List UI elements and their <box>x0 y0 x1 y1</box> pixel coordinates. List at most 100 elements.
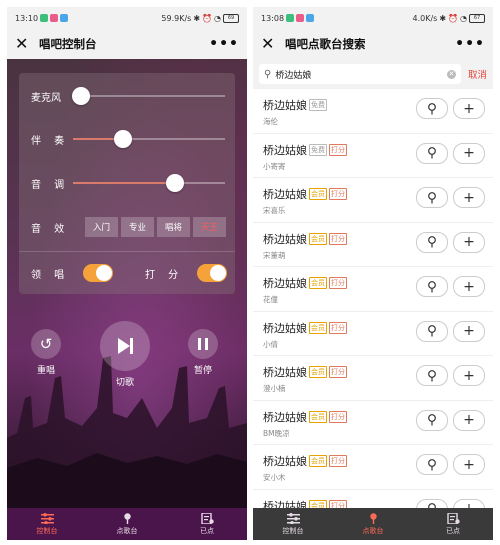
sing-button[interactable] <box>416 320 448 342</box>
sing-button[interactable] <box>416 98 448 119</box>
add-song-button[interactable]: + <box>453 320 485 342</box>
notification-icon <box>60 14 69 22</box>
slider-knob[interactable] <box>71 87 90 105</box>
mic-label: 麦克风 <box>31 92 61 104</box>
lead-vocal-toggle[interactable] <box>83 264 113 282</box>
list-item[interactable]: 桥边姑娘 会员 打分 澄小楠 + <box>253 356 493 401</box>
add-song-button[interactable]: + <box>453 187 485 208</box>
bottom-tab-bar: 控制台 点歌台 已点 <box>7 508 247 540</box>
score-toggle[interactable] <box>197 264 227 282</box>
add-song-button[interactable]: + <box>453 231 485 253</box>
add-song-button[interactable]: + <box>453 454 485 475</box>
membership-badge: 会员 <box>309 366 327 378</box>
sliders-icon <box>286 512 300 524</box>
skip-next-icon[interactable] <box>100 321 150 371</box>
list-item[interactable]: 桥边姑娘 会员 打分 BM晚凉 + <box>253 401 493 445</box>
pitch-row: 音 调 <box>19 168 235 198</box>
microphone-icon <box>428 458 436 470</box>
tab-queued[interactable]: 已点 <box>167 508 247 540</box>
clear-icon[interactable]: ✕ <box>446 69 456 79</box>
mic-volume-row: 麦克风 <box>19 81 235 111</box>
notification-icon <box>40 14 49 22</box>
membership-badge: 会员 <box>309 321 327 334</box>
pause-control[interactable]: 暂停 <box>188 329 218 376</box>
pause-label: 暂停 <box>193 366 212 376</box>
song-title-row: 桥边姑娘 会员 打分 <box>263 320 347 336</box>
add-song-button[interactable]: + <box>453 409 485 431</box>
notification-icon <box>286 14 295 22</box>
microphone-icon <box>428 414 436 426</box>
pause-icon[interactable] <box>188 329 218 359</box>
close-icon[interactable]: ✕ <box>261 36 279 52</box>
song-title-row: 桥边姑娘 会员 打分 <box>263 409 347 425</box>
membership-badge: 免费 <box>309 143 327 156</box>
tab-queued[interactable]: 已点 <box>413 508 493 540</box>
sing-button[interactable] <box>416 187 448 208</box>
song-list: 桥边姑娘 免费 海伦 + 桥边姑娘 免费 打分 小寄寄 + 桥边姑娘 会员 打分 宋喜乐 + 桥边姑娘 会员打… <box>253 89 493 534</box>
tab-console[interactable]: 控制台 <box>253 508 333 540</box>
replay-icon[interactable]: ↺ <box>31 329 61 359</box>
sing-button[interactable] <box>416 409 448 431</box>
list-item[interactable]: 桥边姑娘 会员 打分 小倩 + <box>253 312 493 356</box>
list-item[interactable]: 桥边姑娘 会员 打分 宋董萌 + <box>253 223 493 267</box>
add-song-button[interactable]: + <box>453 98 485 119</box>
effect-beginner-button[interactable]: 入门 <box>85 217 118 237</box>
sing-button[interactable] <box>416 231 448 253</box>
membership-badge: 会员 <box>309 232 327 245</box>
search-input[interactable]: ⚲ 桥边姑娘 ✕ <box>259 64 461 84</box>
tab-song-request[interactable]: 点歌台 <box>333 508 413 540</box>
membership-badge: 会员 <box>309 410 327 423</box>
song-title: 桥边姑娘 <box>263 143 307 157</box>
list-item[interactable]: 桥边姑娘 免费 海伦 + <box>253 89 493 134</box>
singer-name: 澄小楠 <box>263 384 286 393</box>
list-item[interactable]: 桥边姑娘 会员 打分 安小木 + <box>253 445 493 490</box>
cancel-button[interactable]: 取消 <box>468 67 487 81</box>
score-badge: 打分 <box>329 455 347 467</box>
effect-pro-button[interactable]: 专业 <box>121 217 154 237</box>
next-song-control[interactable]: 切歌 <box>100 321 150 388</box>
effect-singer-button[interactable]: 唱将 <box>157 217 190 237</box>
accompaniment-slider[interactable] <box>73 124 225 154</box>
effects-group: 入门 专业 唱将 天王 <box>85 217 226 237</box>
list-item[interactable]: 桥边姑娘 会员 打分 花僮 + <box>253 267 493 312</box>
sing-button[interactable] <box>416 365 448 386</box>
score-badge: 打分 <box>329 232 347 245</box>
replay-label: 重唱 <box>36 366 55 376</box>
list-item[interactable]: 桥边姑娘 会员 打分 宋喜乐 + <box>253 178 493 223</box>
score-label: 打 分 <box>145 269 184 281</box>
add-song-button[interactable]: + <box>453 276 485 297</box>
sing-button[interactable] <box>416 454 448 475</box>
replay-control[interactable]: ↺ 重唱 <box>31 329 61 376</box>
mixer-panel: 麦克风 伴 奏 音 调 音 效 入门 专业 唱将 天王 领 唱 打 分 <box>19 73 235 294</box>
lead-vocal-label: 领 唱 <box>31 269 70 281</box>
microphone-icon <box>428 147 436 159</box>
notification-icon <box>50 14 59 22</box>
pitch-slider[interactable] <box>73 168 225 198</box>
search-query[interactable]: 桥边姑娘 <box>275 68 447 81</box>
more-options-icon[interactable]: ••• <box>209 36 239 52</box>
plus-icon: + <box>463 456 475 473</box>
plus-icon: + <box>463 323 475 339</box>
effect-king-button[interactable]: 天王 <box>193 217 226 237</box>
add-song-button[interactable]: + <box>453 365 485 386</box>
more-options-icon[interactable]: ••• <box>455 36 485 52</box>
status-time: 13:10 <box>15 13 39 23</box>
sing-button[interactable] <box>416 276 448 297</box>
slider-knob[interactable] <box>165 174 184 192</box>
tab-console[interactable]: 控制台 <box>7 508 87 540</box>
add-song-button[interactable]: + <box>453 142 485 164</box>
effects-label: 音 效 <box>31 223 70 235</box>
list-item[interactable]: 桥边姑娘 免费 打分 小寄寄 + <box>253 134 493 178</box>
tab-song-request[interactable]: 点歌台 <box>87 508 167 540</box>
close-icon[interactable]: ✕ <box>15 36 33 52</box>
slider-knob[interactable] <box>114 130 133 148</box>
song-search-screen: 13:08 4.0K/s ✱ ⏰ ◔ 67 ✕ 唱吧点歌台搜索 ••• ⚲ 桥边… <box>253 7 493 540</box>
battery-icon: 67 <box>469 13 485 23</box>
mic-volume-slider[interactable] <box>71 81 225 111</box>
score-badge: 打分 <box>329 277 347 289</box>
wifi-icon: ◔ <box>214 13 221 23</box>
pitch-label: 音 调 <box>31 179 70 191</box>
sing-button[interactable] <box>416 142 448 164</box>
network-speed: 59.9K/s <box>161 13 192 23</box>
plus-icon: + <box>463 278 475 295</box>
